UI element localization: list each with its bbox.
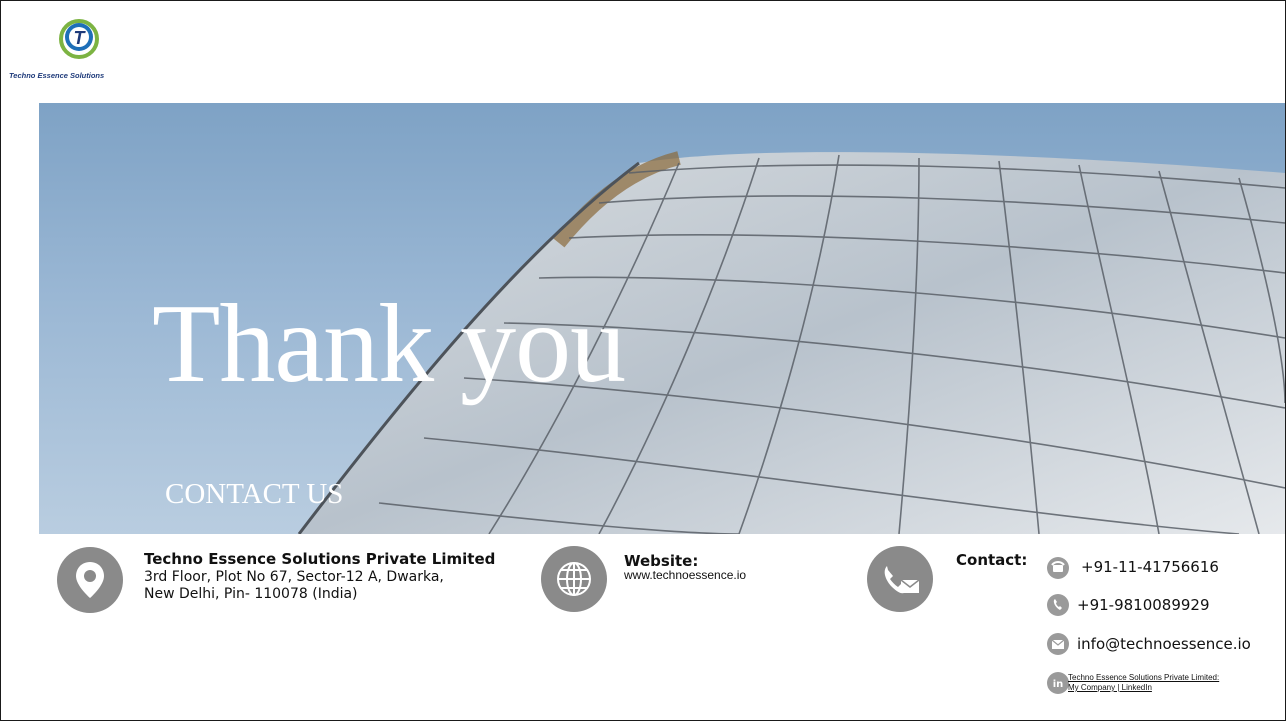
mobile-phone-icon (1047, 594, 1069, 616)
address-line-2: New Delhi, Pin- 110078 (India) (144, 586, 358, 602)
linkedin-link-line-1[interactable]: Techno Essence Solutions Private Limited… (1068, 673, 1219, 683)
company-logo: T Techno Essence Solutions (9, 15, 149, 85)
email-link[interactable]: info@technoessence.io (1077, 635, 1251, 653)
company-name: Techno Essence Solutions Private Limited (144, 550, 496, 568)
logo-mark-icon: T (59, 19, 99, 59)
telephone-icon (1047, 557, 1069, 579)
phone-mail-icon (867, 546, 933, 612)
location-pin-icon (57, 547, 123, 613)
address-line-1: 3rd Floor, Plot No 67, Sector-12 A, Dwar… (144, 569, 444, 585)
linkedin-icon: in (1047, 672, 1069, 694)
contact-label: Contact: (956, 551, 1028, 569)
hero-image: Thank you CONTACT US (39, 103, 1285, 534)
phone-number-office[interactable]: +91-11-41756616 (1081, 558, 1219, 576)
thank-you-heading: Thank you (152, 282, 626, 406)
envelope-icon (1047, 633, 1069, 655)
svg-text:in: in (1053, 679, 1064, 690)
slide: T Techno Essence Solutions Thank you CON… (0, 0, 1286, 721)
linkedin-link-line-2[interactable]: My Company | LinkedIn (1068, 683, 1219, 693)
contact-us-heading: CONTACT US (165, 478, 344, 510)
logo-text: Techno Essence Solutions (9, 71, 105, 80)
globe-icon (541, 546, 607, 612)
phone-number-mobile[interactable]: +91-9810089929 (1077, 596, 1210, 614)
website-link[interactable]: www.technoessence.io (624, 568, 746, 582)
linkedin-link[interactable]: Techno Essence Solutions Private Limited… (1068, 673, 1219, 693)
